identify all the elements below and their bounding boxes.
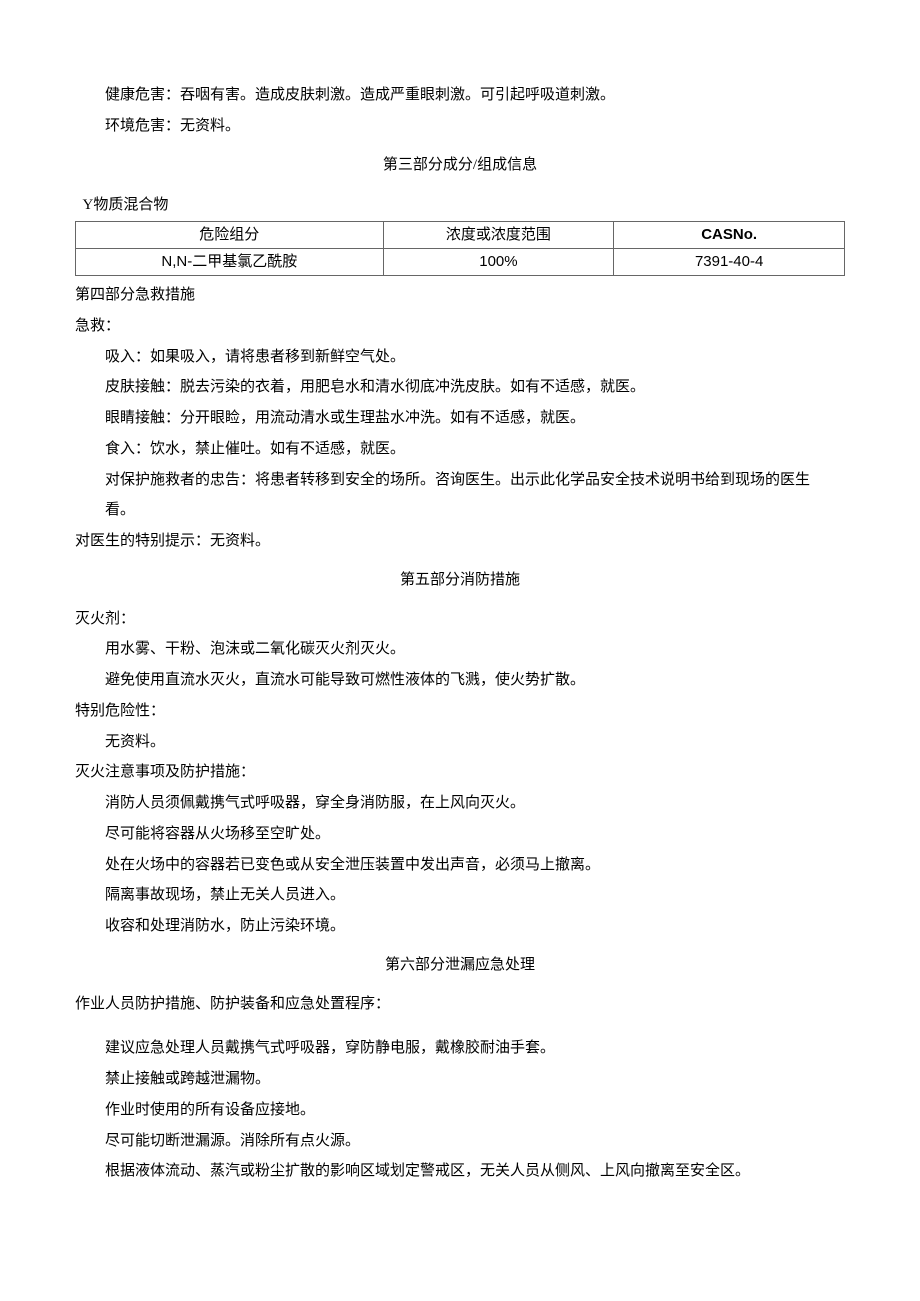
header-col3-text: CASNo.: [701, 226, 757, 243]
inhalation: 吸入：如果吸入，请将患者移到新鲜空气处。: [75, 342, 845, 373]
prec4: 隔离事故现场，禁止无关人员进入。: [75, 880, 845, 911]
row1-col3-text: 7391-40-4: [695, 253, 763, 270]
ext-line2: 避免使用直流水灭火，直流水可能导致可燃性液体的飞溅，使火势扩散。: [75, 665, 845, 696]
section5-title: 第五部分消防措施: [75, 565, 845, 596]
section4-title: 第四部分急救措施: [75, 280, 845, 311]
prec2: 尽可能将容器从火场移至空旷处。: [75, 819, 845, 850]
precautions-label: 灭火注意事项及防护措施：: [75, 757, 845, 788]
env-hazard-label: 环境危害：: [105, 118, 180, 134]
prec3: 处在火场中的容器若已变色或从安全泄压装置中发出声音，必须马上撤离。: [75, 850, 845, 881]
row1-col2: 100%: [383, 249, 614, 276]
row1-col2-text: 100%: [479, 253, 517, 270]
eye-contact: 眼睛接触：分开眼睑，用流动清水或生理盐水冲洗。如有不适感，就医。: [75, 403, 845, 434]
special-hazard-label: 特别危险性：: [75, 696, 845, 727]
s6-line1: 建议应急处理人员戴携气式呼吸器，穿防静电服，戴橡胶耐油手套。: [75, 1033, 845, 1064]
section3-title: 第三部分成分/组成信息: [75, 150, 845, 181]
env-hazard: 环境危害：无资料。: [75, 111, 845, 142]
table-row: N,N-二甲基氯乙酰胺 100% 7391-40-4: [76, 249, 845, 276]
s6-line3: 作业时使用的所有设备应接地。: [75, 1095, 845, 1126]
health-hazard-label: 健康危害：: [105, 87, 180, 103]
s6-line4: 尽可能切断泄漏源。消除所有点火源。: [75, 1126, 845, 1157]
ext-line1: 用水雾、干粉、泡沫或二氧化碳灭火剂灭火。: [75, 634, 845, 665]
s6-line2: 禁止接触或跨越泄漏物。: [75, 1064, 845, 1095]
header-col1: 危险组分: [76, 222, 384, 249]
row1-col1-text: N,N-二甲基氯乙酰胺: [161, 253, 297, 270]
ingestion: 食入：饮水，禁止催吐。如有不适感，就医。: [75, 434, 845, 465]
prec5: 收容和处理消防水，防止污染环境。: [75, 911, 845, 942]
header-col2: 浓度或浓度范围: [383, 222, 614, 249]
personnel-label: 作业人员防护措施、防护装备和应急处置程序：: [75, 989, 845, 1020]
composition-table: 危险组分 浓度或浓度范围 CASNo. N,N-二甲基氯乙酰胺 100% 739…: [75, 221, 845, 276]
doctor-note: 对医生的特别提示：无资料。: [75, 526, 845, 557]
row1-col3: 7391-40-4: [614, 249, 845, 276]
rescuer-advice-line1: 对保护施救者的忠告：将患者转移到安全的场所。咨询医生。出示此化学品安全技术说明书…: [75, 465, 845, 496]
row1-col1: N,N-二甲基氯乙酰胺: [76, 249, 384, 276]
env-hazard-text: 无资料。: [180, 118, 240, 134]
rescuer-advice-line2: 看。: [75, 495, 845, 526]
section6-title: 第六部分泄漏应急处理: [75, 950, 845, 981]
ext-media-label: 灭火剂：: [75, 604, 845, 635]
header-col3: CASNo.: [614, 222, 845, 249]
health-hazard-text: 吞咽有害。造成皮肤刺激。造成严重眼刺激。可引起呼吸道刺激。: [180, 87, 615, 103]
table-caption: Y物质混合物: [75, 190, 845, 221]
skin-contact: 皮肤接触：脱去污染的衣着，用肥皂水和清水彻底冲洗皮肤。如有不适感，就医。: [75, 372, 845, 403]
first-aid-label: 急救：: [75, 311, 845, 342]
s6-line5: 根据液体流动、蒸汽或粉尘扩散的影响区域划定警戒区，无关人员从侧风、上风向撤离至安…: [75, 1156, 845, 1187]
special-hazard-text: 无资料。: [75, 727, 845, 758]
health-hazard: 健康危害：吞咽有害。造成皮肤刺激。造成严重眼刺激。可引起呼吸道刺激。: [75, 80, 845, 111]
table-header-row: 危险组分 浓度或浓度范围 CASNo.: [76, 222, 845, 249]
prec1: 消防人员须佩戴携气式呼吸器，穿全身消防服，在上风向灭火。: [75, 788, 845, 819]
